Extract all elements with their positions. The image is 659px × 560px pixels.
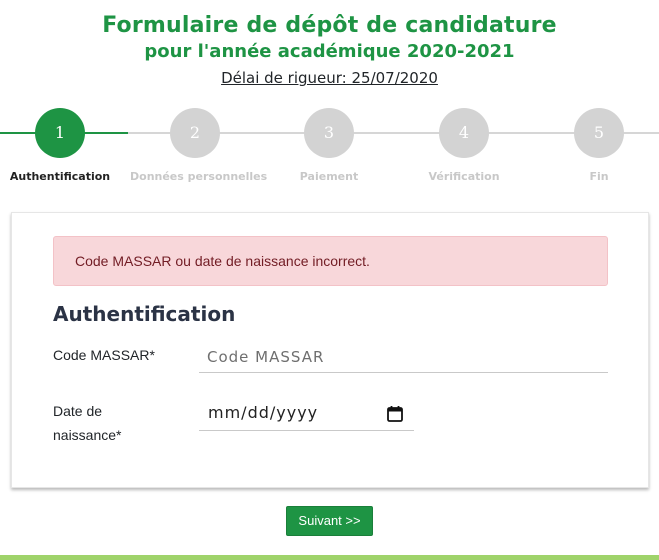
date-placeholder: mm/dd/yyyy xyxy=(208,403,319,422)
progress-stepper: 1 Authentification 2 Données personnelle… xyxy=(0,105,659,195)
step-label: Paiement xyxy=(299,170,359,183)
authentication-card: Code MASSAR ou date de naissance incorre… xyxy=(11,212,649,488)
calendar-icon[interactable] xyxy=(386,405,404,423)
date-of-birth-input[interactable]: mm/dd/yyyy xyxy=(199,399,414,431)
dob-label: Date de naissance* xyxy=(53,403,122,443)
step-4-verification: 4 Vérification xyxy=(399,105,529,183)
step-label: Fin xyxy=(589,170,609,183)
step-circle: 1 xyxy=(35,108,85,158)
step-3-paiement: 3 Paiement xyxy=(264,105,394,183)
step-circle: 4 xyxy=(439,108,489,158)
step-1-authentification: 1 Authentification xyxy=(0,105,125,183)
massar-label: Code MASSAR* xyxy=(53,347,155,363)
next-button[interactable]: Suivant >> xyxy=(286,506,373,536)
error-alert: Code MASSAR ou date de naissance incorre… xyxy=(53,236,608,286)
step-circle: 2 xyxy=(170,108,220,158)
bottom-accent-bar xyxy=(0,555,659,560)
step-label: Données personnelles xyxy=(130,170,268,183)
step-2-donnees-personnelles: 2 Données personnelles xyxy=(130,105,268,183)
step-label: Vérification xyxy=(428,170,500,183)
page-subtitle: pour l'année académique 2020-2021 xyxy=(144,41,515,62)
step-5-fin: 5 Fin xyxy=(534,105,659,183)
massar-code-input[interactable] xyxy=(199,341,608,373)
step-circle: 3 xyxy=(304,108,354,158)
step-label: Authentification xyxy=(9,170,111,183)
page-title: Formulaire de dépôt de candidature xyxy=(102,13,557,38)
deadline-text: Délai de rigueur: 25/07/2020 xyxy=(0,67,659,89)
deadline-label: Délai de rigueur: 25/07/2020 xyxy=(221,69,438,87)
section-title: Authentification xyxy=(53,302,236,326)
step-circle: 5 xyxy=(574,108,624,158)
page-header: Formulaire de dépôt de candidature pour … xyxy=(0,12,659,89)
